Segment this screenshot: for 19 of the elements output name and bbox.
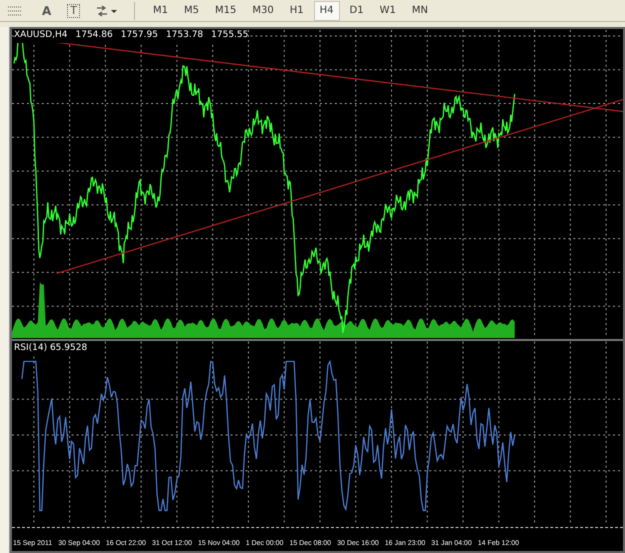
timeframe-button[interactable]: W1 xyxy=(374,0,402,20)
price-quote: 1753.78 xyxy=(166,29,204,42)
timeframe-button[interactable]: H1 xyxy=(284,0,310,20)
timeframe-button[interactable]: M1 xyxy=(147,0,174,20)
arrows-dropdown-icon[interactable] xyxy=(96,4,118,16)
timeframe-button[interactable]: D1 xyxy=(344,0,370,20)
rsi-label: RSI(14) 65.9528 xyxy=(14,342,88,356)
price-quote: 1754.86 xyxy=(76,29,113,42)
timeframe-button[interactable]: MN xyxy=(406,0,434,20)
grid-icon[interactable] xyxy=(8,4,22,16)
text-label-tool-button[interactable]: T xyxy=(67,4,80,18)
timeframe-button[interactable]: M15 xyxy=(209,0,242,20)
timeframe-button[interactable]: H4 xyxy=(314,0,340,20)
price-quote: 1755.55 xyxy=(211,29,248,42)
timeframe-button[interactable]: M5 xyxy=(178,0,206,20)
price-quote: 1757.95 xyxy=(120,29,158,42)
symbol-label: XAUUSD,H4 xyxy=(14,29,68,42)
text-tool-button[interactable]: A xyxy=(38,2,56,20)
timeframe-button[interactable]: M30 xyxy=(246,0,280,20)
